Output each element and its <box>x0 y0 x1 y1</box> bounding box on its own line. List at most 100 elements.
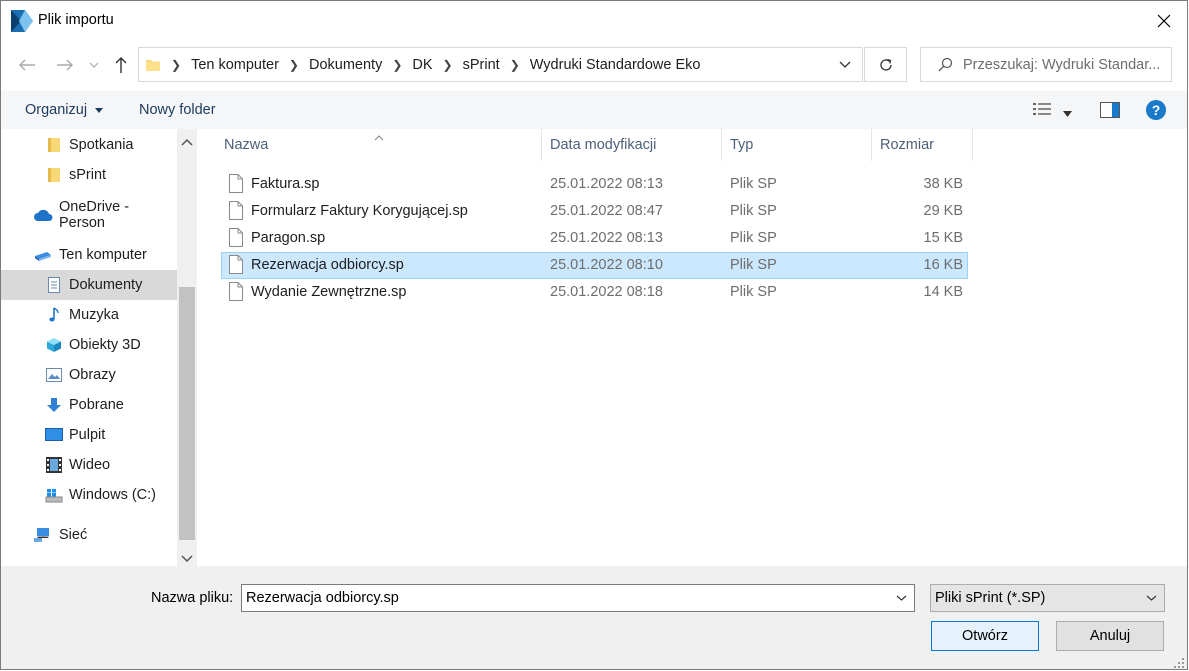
address-bar[interactable]: ❯ Ten komputer ❯ Dokumenty ❯ DK ❯ sPrint ❯ Wy… <box>138 47 863 82</box>
window-title: Plik importu <box>38 12 114 28</box>
cancel-button[interactable]: Anuluj <box>1056 621 1164 651</box>
sidebar-item-ten-komputer[interactable]: Ten komputer <box>1 240 177 270</box>
search-icon <box>938 57 953 71</box>
breadcrumb-item[interactable]: DK <box>412 57 432 73</box>
network-icon <box>33 526 53 544</box>
video-icon <box>45 456 63 474</box>
file-dialog: Plik importu ❯ Ten komputer ❯ Dokumenty ❯ D… <box>0 0 1188 670</box>
file-name: Rezerwacja odbiorcy.sp <box>251 257 404 273</box>
sidebar-item-sprint[interactable]: sPrint <box>1 160 177 190</box>
file-icon <box>229 255 243 274</box>
file-icon <box>229 201 243 220</box>
breadcrumb-separator-icon: ❯ <box>171 57 182 72</box>
drive-icon <box>45 486 63 504</box>
filetype-select[interactable]: Pliki sPrint (*.SP) <box>930 584 1165 612</box>
help-button[interactable]: ? <box>1146 100 1166 124</box>
column-header-name[interactable]: Nazwa <box>216 129 542 161</box>
title-bar: Plik importu <box>1 1 1187 41</box>
close-button[interactable] <box>1141 1 1187 41</box>
navigation-pane: Spotkania sPrint OneDrive - Person Ten k… <box>1 129 197 566</box>
cloud-icon <box>33 206 53 224</box>
scrollbar-thumb[interactable] <box>179 287 195 540</box>
view-options-button[interactable] <box>1033 102 1051 120</box>
sidebar-item-obrazy[interactable]: Obrazy <box>1 360 177 390</box>
view-dropdown-button[interactable] <box>1063 105 1072 121</box>
file-icon <box>229 174 243 193</box>
file-name: Wydanie Zewnętrzne.sp <box>251 284 407 300</box>
sidebar-item-windows-c[interactable]: Windows (C:) <box>1 480 177 510</box>
file-size: 16 KB <box>923 257 964 273</box>
filename-label: Nazwa pliku: <box>151 590 234 606</box>
file-row-selected[interactable]: Rezerwacja odbiorcy.sp 25.01.2022 08:10 … <box>221 252 968 279</box>
file-row[interactable]: Faktura.sp 25.01.2022 08:13 Plik SP 38 K… <box>221 171 968 198</box>
file-date: 25.01.2022 08:18 <box>550 284 663 300</box>
sidebar-item-wideo[interactable]: Wideo <box>1 450 177 480</box>
folder-icon <box>45 166 63 184</box>
recent-locations-button[interactable] <box>83 48 105 82</box>
sidebar-item-label: Windows (C:) <box>69 487 157 503</box>
open-button[interactable]: Otwórz <box>931 621 1039 651</box>
new-folder-button[interactable]: Nowy folder <box>139 102 216 118</box>
breadcrumb-item[interactable]: sPrint <box>463 57 500 73</box>
sidebar-item-label: Spotkania <box>69 137 134 153</box>
resize-grip-icon[interactable] <box>1173 657 1185 669</box>
download-icon <box>45 396 63 414</box>
search-box[interactable]: Przeszukaj: Wydruki Standar... <box>920 47 1172 82</box>
column-header-type[interactable]: Typ <box>722 129 872 161</box>
breadcrumb-separator-icon: ❯ <box>509 57 520 72</box>
sidebar-item-pulpit[interactable]: Pulpit <box>1 420 177 450</box>
up-button[interactable] <box>108 48 134 82</box>
back-button[interactable] <box>14 48 40 82</box>
chevron-down-icon <box>896 595 906 601</box>
forward-button[interactable] <box>52 48 78 82</box>
sidebar-item-onedrive[interactable]: OneDrive - Person <box>1 199 177 231</box>
sidebar-item-obiekty-3d[interactable]: Obiekty 3D <box>1 330 177 360</box>
column-header-date[interactable]: Data modyfikacji <box>542 129 722 161</box>
organize-menu-button[interactable]: Organizuj <box>25 102 104 118</box>
sidebar-item-label: Pobrane <box>69 397 124 413</box>
file-size: 15 KB <box>923 230 964 246</box>
file-date: 25.01.2022 08:47 <box>550 203 663 219</box>
column-header-size[interactable]: Rozmiar <box>872 129 973 161</box>
cube-icon <box>45 336 63 354</box>
filetype-value: Pliki sPrint (*.SP) <box>935 590 1046 606</box>
file-row[interactable]: Paragon.sp 25.01.2022 08:13 Plik SP 15 K… <box>221 225 968 252</box>
file-size: 14 KB <box>923 284 964 300</box>
search-input[interactable]: Przeszukaj: Wydruki Standar... <box>963 57 1160 73</box>
sidebar-item-pobrane[interactable]: Pobrane <box>1 390 177 420</box>
filetype-dropdown-button[interactable] <box>1138 585 1164 611</box>
folder-icon <box>45 136 63 154</box>
close-icon <box>1157 14 1171 28</box>
file-date: 25.01.2022 08:13 <box>550 230 663 246</box>
file-row[interactable]: Formularz Faktury Korygującej.sp 25.01.2… <box>221 198 968 225</box>
music-icon <box>45 306 63 324</box>
breadcrumb-item[interactable]: Dokumenty <box>309 57 382 73</box>
refresh-button[interactable] <box>864 47 907 82</box>
file-type: Plik SP <box>730 257 777 273</box>
sidebar-item-siec[interactable]: Sieć <box>1 520 177 550</box>
sidebar-item-spotkania[interactable]: Spotkania <box>1 130 177 160</box>
sidebar-scrollbar[interactable] <box>177 129 197 566</box>
documents-icon <box>45 276 63 294</box>
filename-input[interactable]: Rezerwacja odbiorcy.sp <box>241 584 915 612</box>
sidebar-item-muzyka[interactable]: Muzyka <box>1 300 177 330</box>
desktop-icon <box>45 426 63 444</box>
sidebar-item-label: Pulpit <box>69 427 106 443</box>
address-dropdown-button[interactable] <box>828 48 862 81</box>
scroll-up-button[interactable] <box>181 134 193 150</box>
sidebar-item-dokumenty[interactable]: Dokumenty <box>1 270 177 300</box>
chevron-up-icon <box>181 138 193 146</box>
preview-pane-button[interactable] <box>1100 102 1120 122</box>
chevron-down-icon <box>181 555 193 563</box>
refresh-icon <box>879 58 892 71</box>
file-icon <box>229 228 243 247</box>
breadcrumb-item[interactable]: Wydruki Standardowe Eko <box>530 57 701 73</box>
filename-dropdown-button[interactable] <box>888 585 914 611</box>
file-type: Plik SP <box>730 230 777 246</box>
app-logo-icon <box>11 10 33 32</box>
organize-label: Organizuj <box>25 102 88 118</box>
breadcrumb-item[interactable]: Ten komputer <box>191 57 279 73</box>
file-row[interactable]: Wydanie Zewnętrzne.sp 25.01.2022 08:18 P… <box>221 279 968 306</box>
scroll-down-button[interactable] <box>181 551 193 567</box>
file-size: 29 KB <box>923 203 964 219</box>
